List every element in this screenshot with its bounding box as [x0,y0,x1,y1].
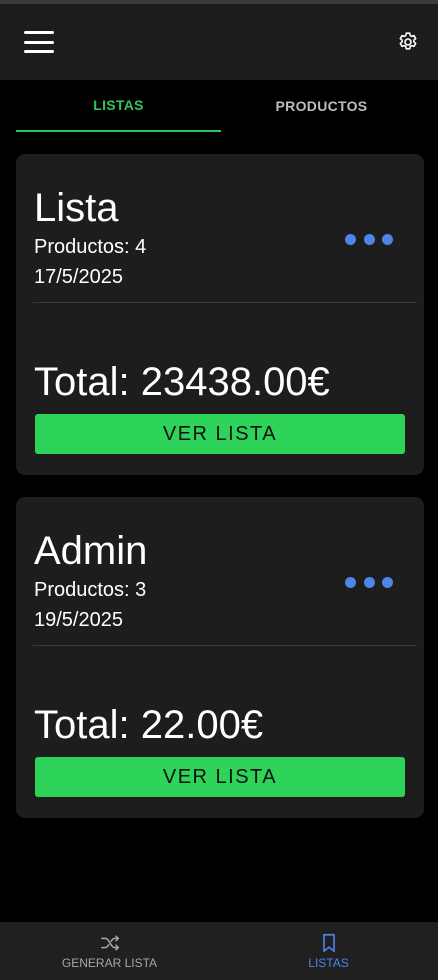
list-name: Admin [34,529,148,573]
nav-generar-lista[interactable]: GENERAR LISTA [0,922,219,980]
more-options-icon[interactable] [345,232,393,246]
hamburger-menu-icon[interactable] [24,31,54,53]
list-date: 19/5/2025 [34,609,123,631]
nav-listas[interactable]: LISTAS [219,922,438,980]
list-card: Lista Productos: 4 17/5/2025 Total: 2343… [16,154,424,475]
product-count: Productos: 4 [34,236,147,258]
app-bar [0,4,438,80]
product-count: Productos: 3 [34,579,147,601]
tab-listas[interactable]: LISTAS [16,80,221,132]
list-card: Admin Productos: 3 19/5/2025 Total: 22.0… [16,497,424,818]
list-name: Lista [34,186,119,230]
gear-icon[interactable] [396,30,420,54]
list-date: 17/5/2025 [34,266,123,288]
nav-label: LISTAS [308,956,349,970]
tab-productos[interactable]: PRODUCTOS [221,80,422,132]
list-total: Total: 23438.00€ [34,360,330,404]
view-list-button[interactable]: VER LISTA [35,757,405,797]
more-options-icon[interactable] [345,575,393,589]
divider [33,302,417,303]
shuffle-icon [100,935,119,951]
divider [33,645,417,646]
bookmark-icon [322,933,335,953]
view-list-button[interactable]: VER LISTA [35,414,405,454]
tab-bar: LISTAS PRODUCTOS [0,80,438,132]
bottom-navigation: GENERAR LISTA LISTAS [0,922,438,980]
list-total: Total: 22.00€ [34,703,264,747]
nav-label: GENERAR LISTA [61,956,158,970]
